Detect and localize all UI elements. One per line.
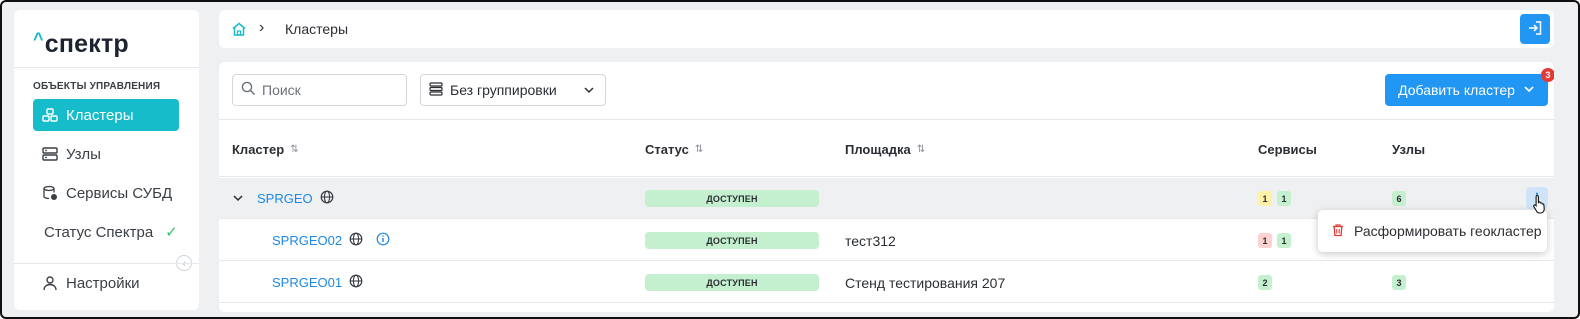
services-cell: 1 1 (1258, 220, 1291, 261)
sidebar-item-label: Статус Спектра (44, 223, 154, 241)
logo: ^спектр (33, 29, 129, 59)
services-cell: 2 (1258, 262, 1272, 303)
hand-cursor-icon (1532, 194, 1548, 217)
sidebar-section-title: ОБЪЕКТЫ УПРАВЛЕНИЯ (33, 81, 161, 92)
table-header: Кластер ⇅ Статус ⇅ Площадка ⇅ Сервисы Уз… (219, 119, 1554, 177)
sidebar-item-nodes[interactable]: Узлы (33, 138, 179, 170)
column-header-nodes: Узлы (1392, 142, 1425, 157)
grouping-value: Без группировки (450, 82, 557, 98)
user-icon (42, 275, 58, 291)
notification-badge: 3 (1541, 68, 1554, 82)
service-count-badge: 1 (1277, 191, 1291, 206)
status-cell: ДОСТУПЕН (645, 262, 819, 303)
search-icon (241, 81, 256, 99)
service-count-badge: 1 (1258, 233, 1272, 248)
cluster-cell: SPRGEO (232, 178, 334, 219)
column-header-cluster[interactable]: Кластер ⇅ (232, 142, 299, 157)
sort-icon: ⇅ (916, 144, 926, 155)
service-count-badge: 1 (1258, 191, 1272, 206)
chevron-down-icon[interactable] (232, 191, 244, 207)
site-name: тест312 (845, 232, 896, 249)
nodes-icon (42, 146, 58, 162)
nodes-cell: 3 (1392, 262, 1406, 303)
sort-icon: ⇅ (694, 144, 704, 155)
globe-icon (349, 232, 363, 249)
cluster-cell: SPRGEO02 (272, 220, 390, 261)
sidebar-item-spectr-status[interactable]: Статус Спектра ✓ (33, 216, 179, 248)
logo-text: спектр (44, 30, 129, 58)
sidebar-item-db-services[interactable]: Сервисы СУБД (33, 177, 179, 209)
sidebar-divider (14, 263, 199, 264)
main-panel: Без группировки Добавить кластер 3 Класт… (219, 62, 1554, 312)
column-header-site[interactable]: Площадка ⇅ (845, 142, 925, 157)
column-header-services: Сервисы (1258, 142, 1317, 157)
status-badge: ДОСТУПЕН (645, 274, 819, 291)
sidebar-divider (14, 67, 199, 68)
cluster-link[interactable]: SPRGEO02 (272, 233, 342, 248)
grouping-icon (429, 81, 443, 99)
service-count-badge: 2 (1258, 275, 1272, 290)
globe-icon (349, 274, 363, 291)
sidebar-item-clusters[interactable]: Кластеры (33, 99, 179, 131)
row-context-menu: Расформировать геокластер (1318, 210, 1547, 252)
db-services-icon (42, 185, 58, 201)
breadcrumb-bar: › Кластеры (219, 10, 1554, 48)
cluster-link[interactable]: SPRGEO (257, 191, 313, 206)
home-icon[interactable] (231, 21, 247, 37)
sidebar-item-settings[interactable]: Настройки (33, 267, 179, 299)
service-count-badge: 1 (1277, 233, 1291, 248)
column-header-label: Площадка (845, 142, 911, 157)
sidebar: ^спектр ОБЪЕКТЫ УПРАВЛЕНИЯ Кластеры Узлы… (14, 10, 199, 310)
info-icon[interactable] (376, 232, 390, 249)
site-name: Стенд тестирования 207 (845, 274, 1006, 291)
status-badge: ДОСТУПЕН (645, 232, 819, 249)
table-row[interactable]: SPRGEO01 ДОСТУПЕН Стенд тестирования 207… (219, 262, 1554, 303)
app-window: ^спектр ОБЪЕКТЫ УПРАВЛЕНИЯ Кластеры Узлы… (0, 0, 1580, 319)
clusters-icon (42, 107, 58, 123)
globe-icon (320, 190, 334, 207)
site-cell: Стенд тестирования 207 (845, 262, 1005, 303)
search-input[interactable] (262, 82, 402, 98)
cluster-link[interactable]: SPRGEO01 (272, 275, 342, 290)
chevron-right-icon: › (259, 19, 265, 36)
trash-icon (1331, 223, 1345, 240)
status-badge: ДОСТУПЕН (645, 190, 819, 207)
sidebar-item-label: Узлы (66, 145, 101, 163)
column-header-label: Статус (645, 142, 689, 157)
sort-icon: ⇅ (290, 144, 299, 155)
logout-button[interactable] (1520, 14, 1550, 44)
logo-caret: ^ (33, 29, 44, 49)
sidebar-item-label: Кластеры (66, 106, 134, 124)
chevron-down-icon (583, 83, 595, 99)
chevron-down-icon (1523, 82, 1535, 98)
cluster-cell: SPRGEO01 (272, 262, 363, 303)
add-cluster-label: Добавить кластер (1398, 82, 1515, 98)
column-header-label: Сервисы (1258, 142, 1317, 157)
column-header-label: Кластер (232, 142, 285, 157)
node-count-badge: 3 (1392, 275, 1406, 290)
grouping-select[interactable]: Без группировки (420, 74, 606, 106)
site-cell: тест312 (845, 220, 896, 261)
add-cluster-button[interactable]: Добавить кластер (1385, 74, 1548, 106)
services-cell: 1 1 (1258, 178, 1291, 219)
check-icon: ✓ (165, 224, 178, 241)
status-cell: ДОСТУПЕН (645, 220, 819, 261)
logout-icon (1527, 20, 1543, 39)
node-count-badge: 6 (1392, 191, 1406, 206)
column-header-label: Узлы (1392, 142, 1426, 157)
search-field[interactable] (232, 74, 407, 106)
breadcrumb[interactable]: Кластеры (285, 21, 348, 37)
status-cell: ДОСТУПЕН (645, 178, 819, 219)
column-header-status[interactable]: Статус ⇅ (645, 142, 703, 157)
dissolve-geocluster-menu-item[interactable]: Расформировать геокластер (1354, 223, 1542, 239)
sidebar-item-label: Сервисы СУБД (66, 184, 173, 202)
sidebar-item-label: Настройки (66, 274, 140, 292)
